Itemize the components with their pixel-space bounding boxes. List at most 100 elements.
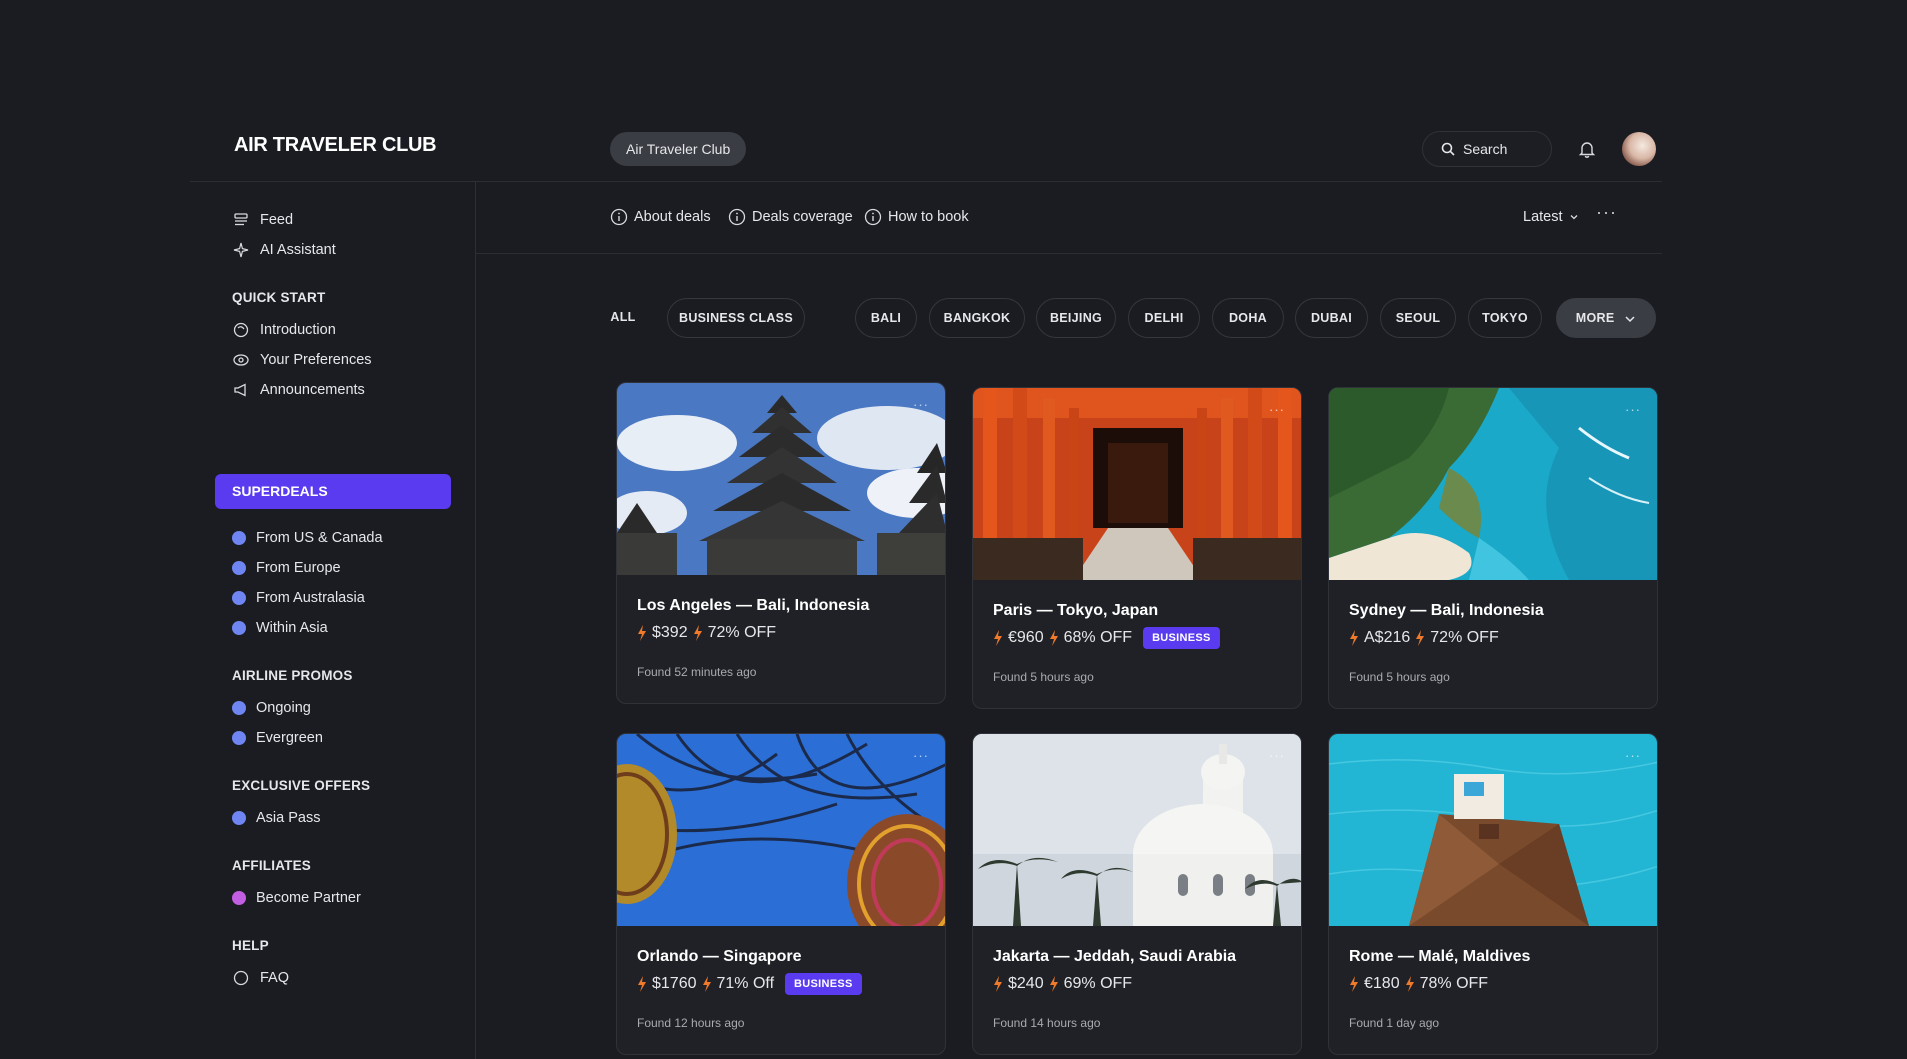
sort-label: Latest xyxy=(1523,209,1563,225)
app-window: AIR TRAVELER CLUB Air Traveler Club Sear… xyxy=(190,120,1662,1059)
card-more-icon[interactable]: ··· xyxy=(1625,748,1641,763)
bolt-icon xyxy=(994,976,1002,992)
section-heading-superdeals[interactable]: SUPERDEALS xyxy=(215,474,451,509)
chip-bangkok[interactable]: BANGKOK xyxy=(929,298,1025,338)
deal-title: Orlando — Singapore xyxy=(637,948,802,965)
club-pill-button[interactable]: Air Traveler Club xyxy=(610,132,747,166)
card-more-icon[interactable]: ··· xyxy=(1269,748,1285,763)
deal-price-row: A$216 72% OFF xyxy=(1349,626,1499,650)
sidebar-item-announcements[interactable]: Announcements xyxy=(232,378,365,402)
sidebar-item-label: AI Assistant xyxy=(260,242,336,258)
dot-icon xyxy=(232,701,246,715)
sidebar-item-label: From US & Canada xyxy=(256,530,383,546)
chip-delhi[interactable]: DELHI xyxy=(1128,298,1200,338)
deal-price: A$216 xyxy=(1364,629,1411,646)
chip-dubai[interactable]: DUBAI xyxy=(1295,298,1368,338)
deal-price-row: $392 72% OFF xyxy=(637,621,776,645)
dot-icon xyxy=(232,731,246,745)
deal-discount: 72% OFF xyxy=(707,624,777,641)
sidebar-item-ongoing[interactable]: Ongoing xyxy=(232,696,311,720)
more-options-icon[interactable]: ··· xyxy=(1596,202,1617,223)
sidebar-item-faq[interactable]: FAQ xyxy=(232,966,289,990)
sidebar-item-evergreen[interactable]: Evergreen xyxy=(232,726,323,750)
about-deals-link[interactable]: About deals xyxy=(610,204,711,230)
sidebar-item-from-australasia[interactable]: From Australasia xyxy=(232,586,365,610)
business-badge: BUSINESS xyxy=(785,973,862,995)
dot-icon xyxy=(232,531,246,545)
deal-title: Jakarta — Jeddah, Saudi Arabia xyxy=(993,948,1237,965)
deal-price: €180 xyxy=(1364,975,1400,992)
dot-icon xyxy=(232,561,246,575)
sidebar-item-feed[interactable]: Feed xyxy=(232,208,293,232)
search-button[interactable]: Search xyxy=(1422,131,1552,167)
sidebar-item-become-partner[interactable]: Become Partner xyxy=(232,886,361,910)
deal-discount: 72% OFF xyxy=(1430,629,1499,646)
sidebar-item-ai-assistant[interactable]: AI Assistant xyxy=(232,238,336,262)
chip-doha[interactable]: DOHA xyxy=(1212,298,1284,338)
bolt-icon xyxy=(638,976,646,992)
deal-title: Los Angeles — Bali, Indonesia xyxy=(637,597,870,614)
sidebar-item-from-europe[interactable]: From Europe xyxy=(232,556,341,580)
chip-tokyo[interactable]: TOKYO xyxy=(1468,298,1542,338)
chip-bali[interactable]: BALI xyxy=(855,298,917,338)
deal-card[interactable]: ··· Orlando — Singapore $1760 71% Off BU… xyxy=(616,733,946,1055)
top-bar: AIR TRAVELER CLUB Air Traveler Club Sear… xyxy=(190,120,1662,182)
deal-price-row: $240 69% OFF xyxy=(993,972,1132,996)
info-icon xyxy=(728,208,746,226)
bolt-icon xyxy=(1350,976,1358,992)
deal-image-pagoda xyxy=(617,383,945,575)
deal-card[interactable]: ··· Paris — Tokyo, Japan €960 68% OFF BU… xyxy=(972,387,1302,709)
card-more-icon[interactable]: ··· xyxy=(913,748,929,763)
sub-nav: About deals Deals coverage How to book L… xyxy=(476,182,1662,254)
chip-beijing[interactable]: BEIJING xyxy=(1036,298,1116,338)
info-icon xyxy=(610,208,628,226)
sidebar-item-label: Asia Pass xyxy=(256,810,321,826)
deal-image-supertrees xyxy=(617,734,945,926)
card-more-icon[interactable]: ··· xyxy=(913,397,929,412)
section-heading-help: HELP xyxy=(232,938,269,953)
how-to-book-label: How to book xyxy=(888,209,969,225)
dot-icon xyxy=(232,591,246,605)
chevron-down-icon xyxy=(1570,215,1577,220)
question-icon xyxy=(233,970,249,986)
avatar[interactable] xyxy=(1622,132,1656,166)
card-more-icon[interactable]: ··· xyxy=(1269,402,1285,417)
bell-icon[interactable] xyxy=(1577,139,1597,159)
card-more-icon[interactable]: ··· xyxy=(1625,402,1641,417)
deals-coverage-label: Deals coverage xyxy=(752,209,853,225)
sidebar-item-label: From Europe xyxy=(256,560,341,576)
deal-card[interactable]: ··· Sydney — Bali, Indonesia A$216 72% O… xyxy=(1328,387,1658,709)
deal-card[interactable]: ··· Los Angeles — Bali, Indonesia $392 7… xyxy=(616,382,946,704)
chip-seoul[interactable]: SEOUL xyxy=(1380,298,1456,338)
bolt-icon xyxy=(638,625,646,641)
chip-business-class[interactable]: BUSINESS CLASS xyxy=(667,298,805,338)
filter-chips: ALL BUSINESS CLASS BALI BANGKOK BEIJING … xyxy=(190,298,1662,338)
deal-title: Sydney — Bali, Indonesia xyxy=(1349,602,1544,619)
feed-icon xyxy=(234,213,248,226)
megaphone-icon xyxy=(234,383,246,397)
logo[interactable]: AIR TRAVELER CLUB xyxy=(234,134,437,157)
sidebar-item-your-preferences[interactable]: Your Preferences xyxy=(232,348,372,372)
deal-price: $1760 xyxy=(652,975,697,992)
deals-coverage-link[interactable]: Deals coverage xyxy=(728,204,853,230)
how-to-book-link[interactable]: How to book xyxy=(864,204,969,230)
section-heading-exclusive-offers: EXCLUSIVE OFFERS xyxy=(232,778,371,793)
chip-all[interactable]: ALL xyxy=(603,298,643,338)
deal-price: €960 xyxy=(1008,629,1044,646)
more-filters-button[interactable]: MORE xyxy=(1556,298,1656,338)
deal-image-torii-gates xyxy=(973,388,1301,580)
sidebar-item-asia-pass[interactable]: Asia Pass xyxy=(232,806,320,830)
sidebar-item-from-us-canada[interactable]: From US & Canada xyxy=(232,526,383,550)
deal-found-time: Found 14 hours ago xyxy=(993,1016,1101,1030)
search-icon xyxy=(1441,142,1455,156)
sort-dropdown[interactable]: Latest xyxy=(1523,204,1579,230)
sidebar-item-label: Feed xyxy=(260,212,294,228)
deal-card[interactable]: ··· Jakarta — Jeddah, Saudi Arabia $240 … xyxy=(972,733,1302,1055)
bolt-icon xyxy=(1350,630,1358,646)
deal-card[interactable]: ··· Rome — Malé, Maldives €180 78% OFF F… xyxy=(1328,733,1658,1055)
deal-discount: 68% OFF xyxy=(1063,629,1133,646)
sidebar-item-within-asia[interactable]: Within Asia xyxy=(232,616,328,640)
deal-found-time: Found 52 minutes ago xyxy=(637,665,757,679)
dot-icon xyxy=(232,891,246,905)
deal-image-coastline xyxy=(1329,388,1657,580)
